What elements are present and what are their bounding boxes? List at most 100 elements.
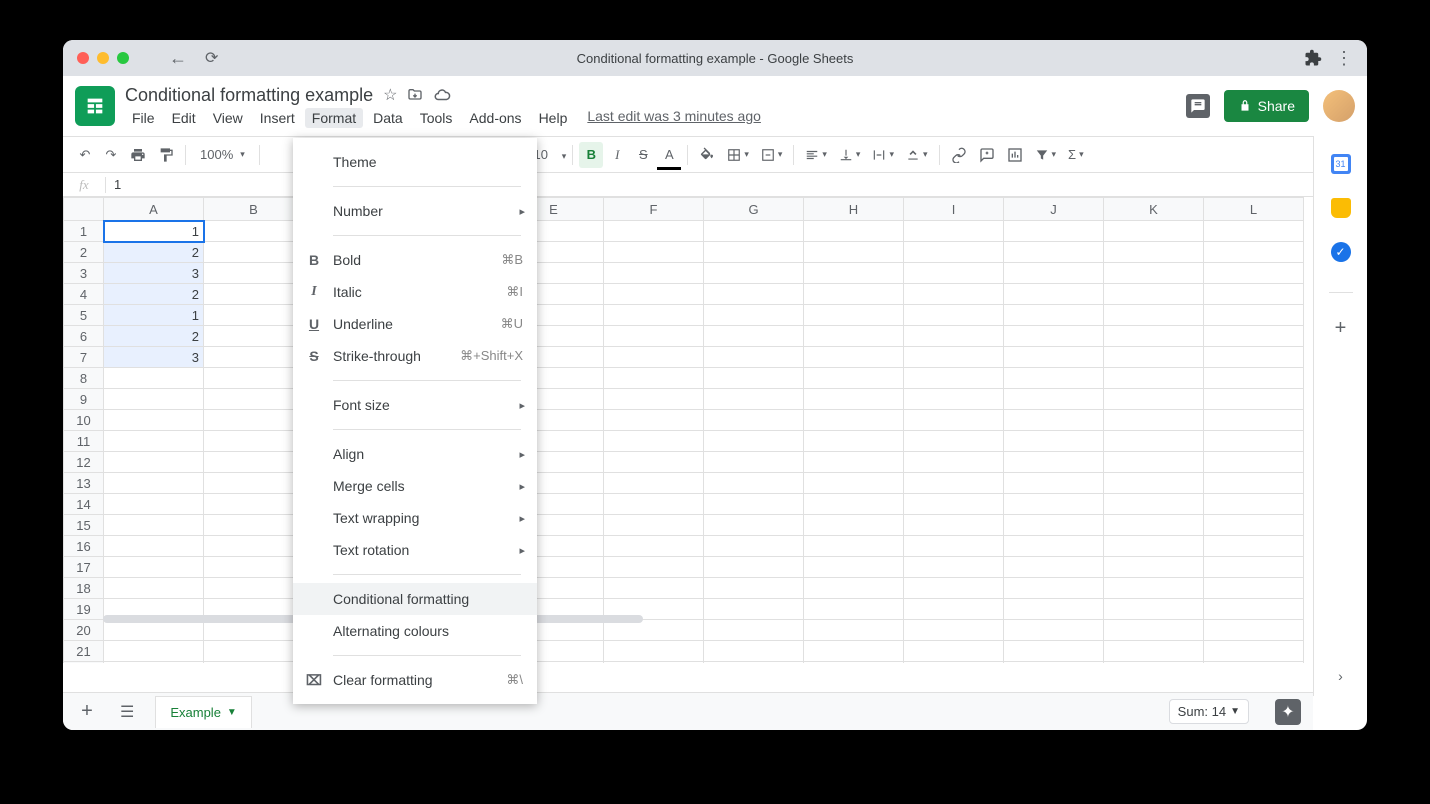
- row-header[interactable]: 12: [64, 452, 104, 473]
- cell[interactable]: [104, 662, 204, 664]
- font-size-dropdown[interactable]: [559, 147, 567, 162]
- cell[interactable]: [604, 641, 704, 662]
- cell[interactable]: [604, 431, 704, 452]
- cell[interactable]: [704, 578, 804, 599]
- cell[interactable]: [704, 452, 804, 473]
- cell[interactable]: [904, 263, 1004, 284]
- sheets-logo-icon[interactable]: [75, 86, 115, 126]
- cell[interactable]: [704, 641, 804, 662]
- document-title[interactable]: Conditional formatting example: [125, 85, 373, 106]
- cell[interactable]: [104, 641, 204, 662]
- cell[interactable]: [704, 242, 804, 263]
- menu-item-number[interactable]: Number: [293, 195, 537, 227]
- menu-insert[interactable]: Insert: [253, 108, 302, 128]
- menu-item-font-size[interactable]: Font size: [293, 389, 537, 421]
- menu-item-align[interactable]: Align: [293, 438, 537, 470]
- browser-menu-icon[interactable]: ⋮: [1335, 48, 1353, 69]
- cell[interactable]: [1004, 578, 1104, 599]
- cell[interactable]: [204, 326, 304, 347]
- menu-data[interactable]: Data: [366, 108, 410, 128]
- cell[interactable]: [904, 242, 1004, 263]
- cell[interactable]: [704, 368, 804, 389]
- tasks-icon[interactable]: ✓: [1331, 242, 1351, 262]
- cell[interactable]: [804, 368, 904, 389]
- cell[interactable]: [104, 431, 204, 452]
- column-header[interactable]: I: [904, 198, 1004, 221]
- cell[interactable]: [1204, 389, 1304, 410]
- cell[interactable]: [704, 494, 804, 515]
- formula-input[interactable]: 1: [106, 177, 121, 192]
- minimize-window-button[interactable]: [97, 52, 109, 64]
- cell[interactable]: [204, 494, 304, 515]
- cell[interactable]: [104, 410, 204, 431]
- cell[interactable]: [604, 410, 704, 431]
- cell[interactable]: [904, 536, 1004, 557]
- cell[interactable]: [804, 326, 904, 347]
- cell[interactable]: [1104, 221, 1204, 242]
- cell[interactable]: [904, 431, 1004, 452]
- cell[interactable]: [804, 452, 904, 473]
- cell[interactable]: [1104, 389, 1204, 410]
- cell[interactable]: [804, 410, 904, 431]
- cell[interactable]: [1004, 557, 1104, 578]
- cell[interactable]: [804, 494, 904, 515]
- maximize-window-button[interactable]: [117, 52, 129, 64]
- cell[interactable]: [704, 431, 804, 452]
- row-header[interactable]: 20: [64, 620, 104, 641]
- menu-item-strike-through[interactable]: SStrike-through⌘+Shift+X: [293, 340, 537, 372]
- cell[interactable]: [604, 242, 704, 263]
- cell[interactable]: [604, 515, 704, 536]
- cell[interactable]: [1004, 662, 1104, 664]
- cell[interactable]: [1204, 263, 1304, 284]
- row-header[interactable]: 8: [64, 368, 104, 389]
- status-sum[interactable]: Sum: 14▼: [1169, 699, 1249, 724]
- calendar-icon[interactable]: 31: [1331, 154, 1351, 174]
- menu-format[interactable]: Format: [305, 108, 363, 128]
- cell[interactable]: [1104, 662, 1204, 664]
- cell[interactable]: [904, 347, 1004, 368]
- cell[interactable]: [1104, 431, 1204, 452]
- cell[interactable]: [1204, 326, 1304, 347]
- row-header[interactable]: 9: [64, 389, 104, 410]
- cell[interactable]: [1204, 641, 1304, 662]
- column-header[interactable]: B: [204, 198, 304, 221]
- cell[interactable]: [904, 641, 1004, 662]
- undo-button[interactable]: ↶: [73, 142, 97, 168]
- cell[interactable]: [104, 452, 204, 473]
- cell[interactable]: [1004, 494, 1104, 515]
- row-header[interactable]: 21: [64, 641, 104, 662]
- text-color-button[interactable]: A: [657, 142, 681, 168]
- cell[interactable]: [704, 347, 804, 368]
- cell[interactable]: [904, 557, 1004, 578]
- cell[interactable]: [204, 515, 304, 536]
- cell[interactable]: [1204, 431, 1304, 452]
- cell[interactable]: [1204, 347, 1304, 368]
- cell[interactable]: [804, 263, 904, 284]
- cell[interactable]: [104, 557, 204, 578]
- cell[interactable]: [1004, 347, 1104, 368]
- cell[interactable]: [804, 347, 904, 368]
- menu-item-underline[interactable]: UUnderline⌘U: [293, 308, 537, 340]
- cell[interactable]: [204, 662, 304, 664]
- menu-item-text-wrapping[interactable]: Text wrapping: [293, 502, 537, 534]
- link-button[interactable]: [946, 142, 972, 168]
- cell[interactable]: [1204, 452, 1304, 473]
- fill-color-button[interactable]: [694, 142, 720, 168]
- print-button[interactable]: [125, 142, 151, 168]
- cell[interactable]: [904, 389, 1004, 410]
- cell[interactable]: [704, 662, 804, 664]
- cell[interactable]: [804, 221, 904, 242]
- cell[interactable]: [604, 389, 704, 410]
- zoom-select[interactable]: 100%: [192, 147, 253, 162]
- cell[interactable]: [904, 494, 1004, 515]
- cell[interactable]: [704, 515, 804, 536]
- cell[interactable]: [1204, 494, 1304, 515]
- cell[interactable]: [1204, 305, 1304, 326]
- cell[interactable]: [204, 641, 304, 662]
- cell[interactable]: 1: [104, 305, 204, 326]
- cell[interactable]: [1104, 452, 1204, 473]
- cell[interactable]: [604, 557, 704, 578]
- row-header[interactable]: 18: [64, 578, 104, 599]
- cell[interactable]: [704, 305, 804, 326]
- cell[interactable]: [604, 221, 704, 242]
